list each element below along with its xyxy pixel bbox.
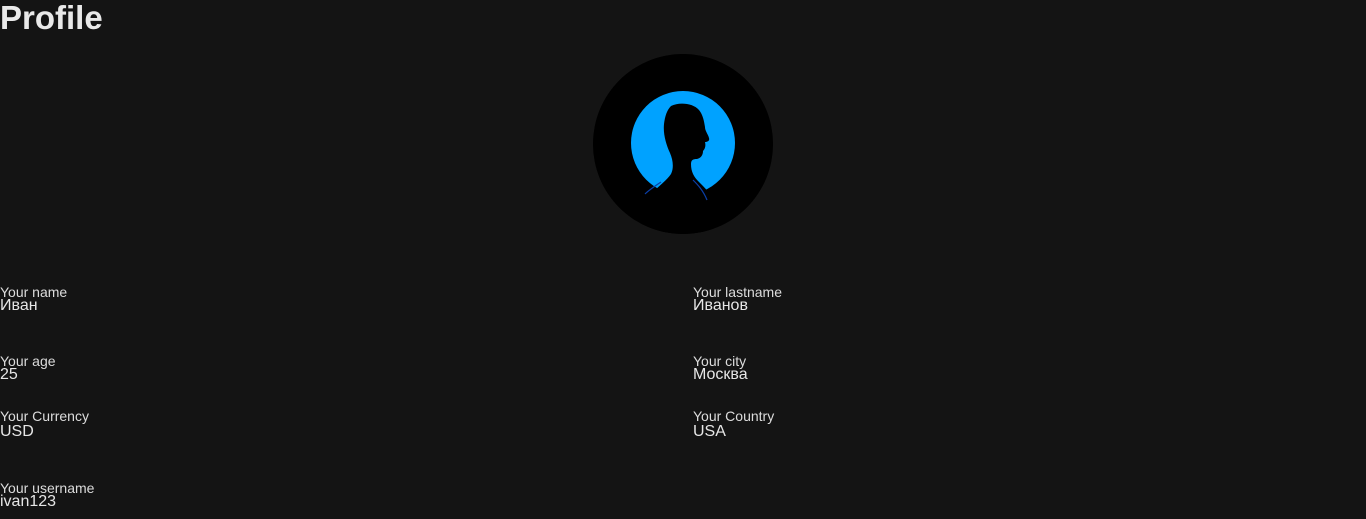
field-age: Your age 25: [0, 353, 400, 383]
field-currency: Your Currency USD: [0, 408, 400, 440]
field-currency-label: Your Currency: [0, 408, 89, 424]
field-city: Your city Москва: [693, 353, 1093, 383]
page-title: Profile: [0, 0, 103, 36]
field-age-label: Your age: [0, 353, 56, 369]
field-username-value: ivan123: [0, 493, 57, 510]
field-lastname: Your lastname Иванов: [693, 284, 1093, 314]
field-country-value: USA: [693, 423, 726, 440]
field-currency-value: USD: [0, 423, 34, 440]
field-lastname-value: Иванов: [693, 297, 748, 314]
field-username: Your username ivan123: [0, 480, 400, 510]
field-lastname-label: Your lastname: [693, 284, 782, 300]
field-age-value: 25: [0, 366, 18, 383]
profile-page: Profile Your name Иван Your lastname Ива…: [0, 0, 1366, 519]
avatar: [593, 54, 773, 234]
field-city-label: Your city: [693, 353, 747, 369]
field-name-label: Your name: [0, 284, 68, 300]
user-silhouette-icon: [593, 54, 773, 234]
field-username-label: Your username: [0, 480, 95, 496]
field-country-label: Your Country: [693, 408, 775, 424]
field-name: Your name Иван: [0, 284, 400, 314]
field-country: Your Country USA: [693, 408, 1093, 440]
field-name-value: Иван: [0, 297, 38, 314]
field-city-value: Москва: [693, 366, 748, 383]
